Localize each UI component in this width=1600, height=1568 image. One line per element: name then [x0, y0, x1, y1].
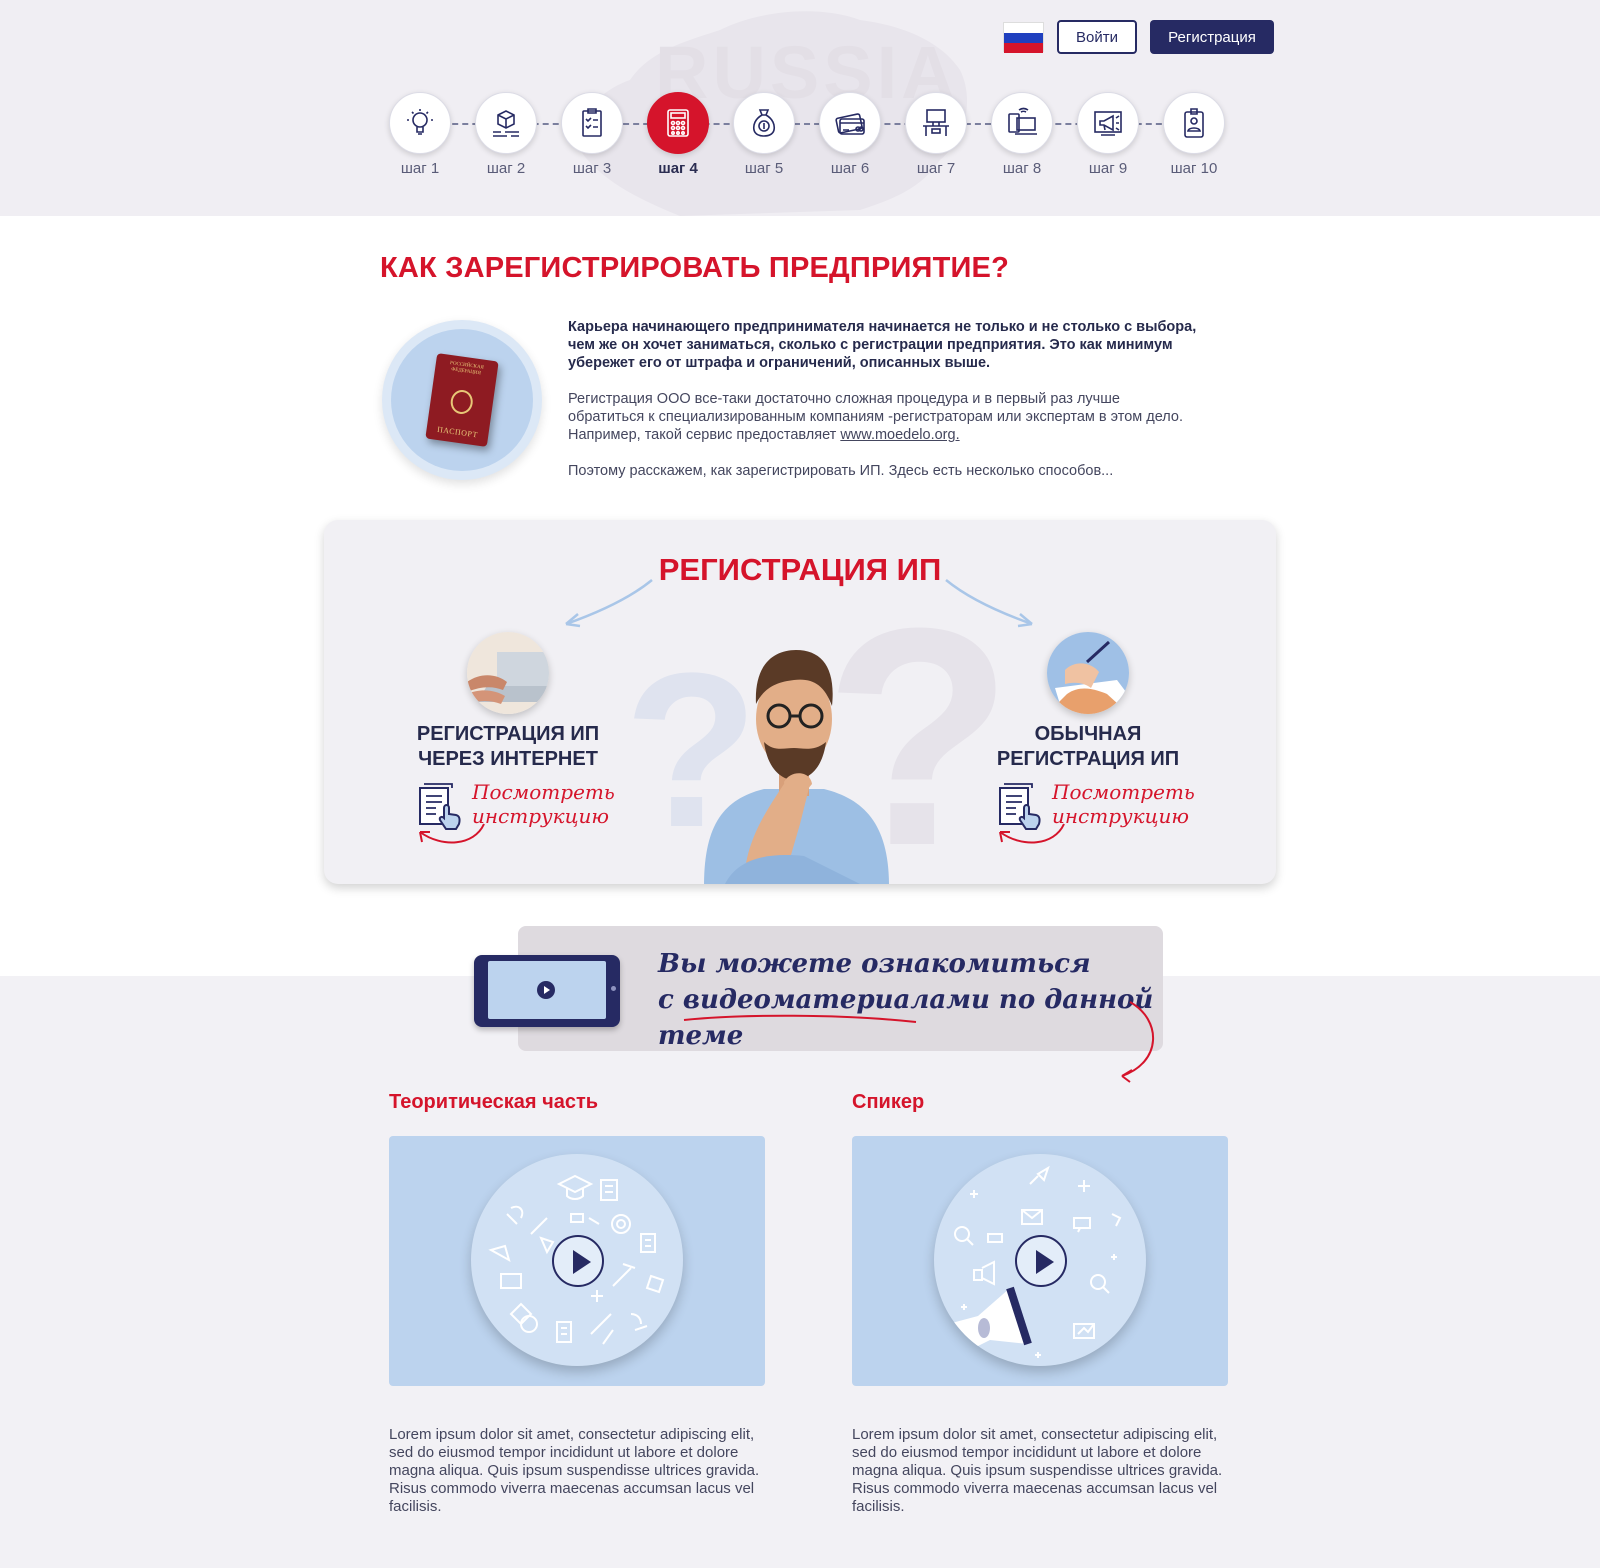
credit-card-icon	[819, 92, 881, 154]
view-instruction-regular-link[interactable]: Посмотреть инструкцию	[968, 778, 1208, 848]
link-line1: Посмотреть	[472, 780, 615, 804]
steps-nav: шаг 1 шаг 2 шаг 3 шаг 4 шаг 5 шаг 6 шаг …	[380, 92, 1225, 182]
video-card-theory: Теоритическая часть Lorem ipsum dolor si…	[389, 1091, 765, 1516]
login-button[interactable]: Войти	[1057, 20, 1137, 54]
option-regular-registration: ОБЫЧНАЯ РЕГИСТРАЦИЯ ИП Посмотреть инстру…	[968, 632, 1208, 848]
header: RUSSIA Войти Регистрация шаг 1 шаг 2 шаг…	[0, 0, 1600, 216]
view-instruction-online-link[interactable]: Посмотреть инструкцию	[388, 778, 628, 848]
register-button[interactable]: Регистрация	[1150, 20, 1274, 54]
step-label: шаг 7	[916, 160, 956, 177]
step-label: шаг 6	[830, 160, 870, 177]
underline-decoration	[683, 1014, 917, 1023]
intro-paragraph-2: Регистрация ООО все-таки достаточно слож…	[568, 390, 1198, 444]
step-label: шаг 3	[572, 160, 612, 177]
videos-section-background	[0, 976, 1600, 1568]
step-10[interactable]: шаг 10	[1154, 92, 1234, 177]
step-4[interactable]: шаг 4	[638, 92, 718, 177]
video-card-speaker: Спикер Lorem ipsum dolor sit amet, conse…	[852, 1091, 1228, 1516]
step-1[interactable]: шаг 1	[380, 92, 460, 177]
workplace-icon	[905, 92, 967, 154]
link-line2: инструкцию	[472, 804, 610, 828]
step-3[interactable]: шаг 3	[552, 92, 632, 177]
step-label: шаг 4	[658, 160, 698, 177]
passport-illustration: РОССИЙСКАЯ ФЕДЕРАЦИЯ ПАСПОРТ	[382, 320, 542, 480]
step-label: шаг 2	[486, 160, 526, 177]
option-regular-title: ОБЫЧНАЯ РЕГИСТРАЦИЯ ИП	[968, 722, 1208, 772]
option-online-registration: РЕГИСТРАЦИЯ ИП ЧЕРЕЗ ИНТЕРНЕТ Посмотреть…	[388, 632, 628, 848]
step-9[interactable]: шаг 9	[1068, 92, 1148, 177]
step-7[interactable]: шаг 7	[896, 92, 976, 177]
step-8[interactable]: шаг 8	[982, 92, 1062, 177]
calculator-icon	[647, 92, 709, 154]
option-online-title-line1: РЕГИСТРАЦИЯ ИП	[416, 723, 600, 745]
video-tablet-icon[interactable]	[474, 955, 620, 1027]
play-icon	[537, 981, 555, 999]
option-online-title: РЕГИСТРАЦИЯ ИП ЧЕРЕЗ ИНТЕРНЕТ	[388, 722, 628, 772]
moedelo-link[interactable]: www.moedelo.org.	[840, 427, 959, 443]
step-2[interactable]: шаг 2	[466, 92, 546, 177]
step-label: шаг 8	[1002, 160, 1042, 177]
link-line1: Посмотреть	[1052, 780, 1195, 804]
language-flag[interactable]	[1003, 22, 1044, 53]
lightbulb-icon	[389, 92, 451, 154]
red-curved-arrow-icon	[1121, 1001, 1154, 1083]
passport-top-text: РОССИЙСКАЯ ФЕДЕРАЦИЯ	[449, 360, 484, 377]
arrow-left-icon	[565, 579, 653, 628]
thinking-man-image	[704, 650, 889, 884]
registration-title: РЕГИСТРАЦИЯ ИП	[658, 552, 942, 587]
money-bag-icon	[733, 92, 795, 154]
video-title: Теоритическая часть	[389, 1091, 599, 1113]
passport-icon: РОССИЙСКАЯ ФЕДЕРАЦИЯ ПАСПОРТ	[425, 353, 499, 447]
view-instruction-online-text: Посмотреть инструкцию	[472, 780, 615, 828]
link-line2: инструкцию	[1052, 804, 1190, 828]
step-6[interactable]: шаг 6	[810, 92, 890, 177]
view-instruction-regular-text: Посмотреть инструкцию	[1052, 780, 1195, 828]
checklist-icon	[561, 92, 623, 154]
marketing-pattern-disc	[934, 1154, 1146, 1366]
video-title: Спикер	[852, 1091, 925, 1113]
play-button-icon[interactable]	[552, 1235, 604, 1287]
option-regular-title-line1: ОБЫЧНАЯ	[1034, 723, 1142, 745]
video-banner-line1: Вы можете ознакомиться	[658, 949, 1091, 979]
intro-text: Карьера начинающего предпринимателя начи…	[568, 318, 1198, 498]
video-description: Lorem ipsum dolor sit amet, consectetur …	[389, 1426, 760, 1515]
option-online-title-line2: ЧЕРЕЗ ИНТЕРНЕТ	[418, 748, 598, 770]
devices-icon	[991, 92, 1053, 154]
id-badge-icon	[1163, 92, 1225, 154]
video-description: Lorem ipsum dolor sit amet, consectetur …	[852, 1426, 1223, 1515]
step-5[interactable]: шаг 5	[724, 92, 804, 177]
laptop-hands-image	[467, 632, 549, 714]
step-label: шаг 9	[1088, 160, 1128, 177]
arrow-right-icon	[945, 579, 1033, 628]
video-player-speaker[interactable]	[852, 1136, 1228, 1386]
option-regular-title-line2: РЕГИСТРАЦИЯ ИП	[996, 748, 1180, 770]
intro-paragraph-3: Поэтому расскажем, как зарегистрировать …	[568, 463, 1114, 479]
emblem-icon	[449, 388, 475, 415]
registration-card: ? ? РЕГИСТРАЦИЯ ИП РЕГИСТРАЦИЯ ИП ЧЕРЕЗ …	[324, 520, 1276, 884]
step-label: шаг 10	[1170, 160, 1218, 177]
video-banner-text: Вы можете ознакомиться с видеоматериалам…	[658, 946, 1163, 1054]
passport-bottom-text: ПАСПОРТ	[436, 424, 479, 440]
box-icon	[475, 92, 537, 154]
intro-paragraph-lead: Карьера начинающего предпринимателя начи…	[568, 319, 1197, 371]
video-player-theory[interactable]	[389, 1136, 765, 1386]
step-label: шаг 1	[400, 160, 440, 177]
signing-document-image	[1047, 632, 1129, 714]
curved-arrow-icon	[999, 823, 1065, 844]
megaphone-icon	[948, 1286, 1032, 1366]
megaphone-icon	[1077, 92, 1139, 154]
education-pattern-disc	[471, 1154, 683, 1366]
step-label: шаг 5	[744, 160, 784, 177]
page-title: КАК ЗАРЕГИСТРИРОВАТЬ ПРЕДПРИЯТИЕ?	[380, 252, 1010, 284]
curved-arrow-icon	[419, 823, 485, 844]
play-button-icon[interactable]	[1015, 1235, 1067, 1287]
